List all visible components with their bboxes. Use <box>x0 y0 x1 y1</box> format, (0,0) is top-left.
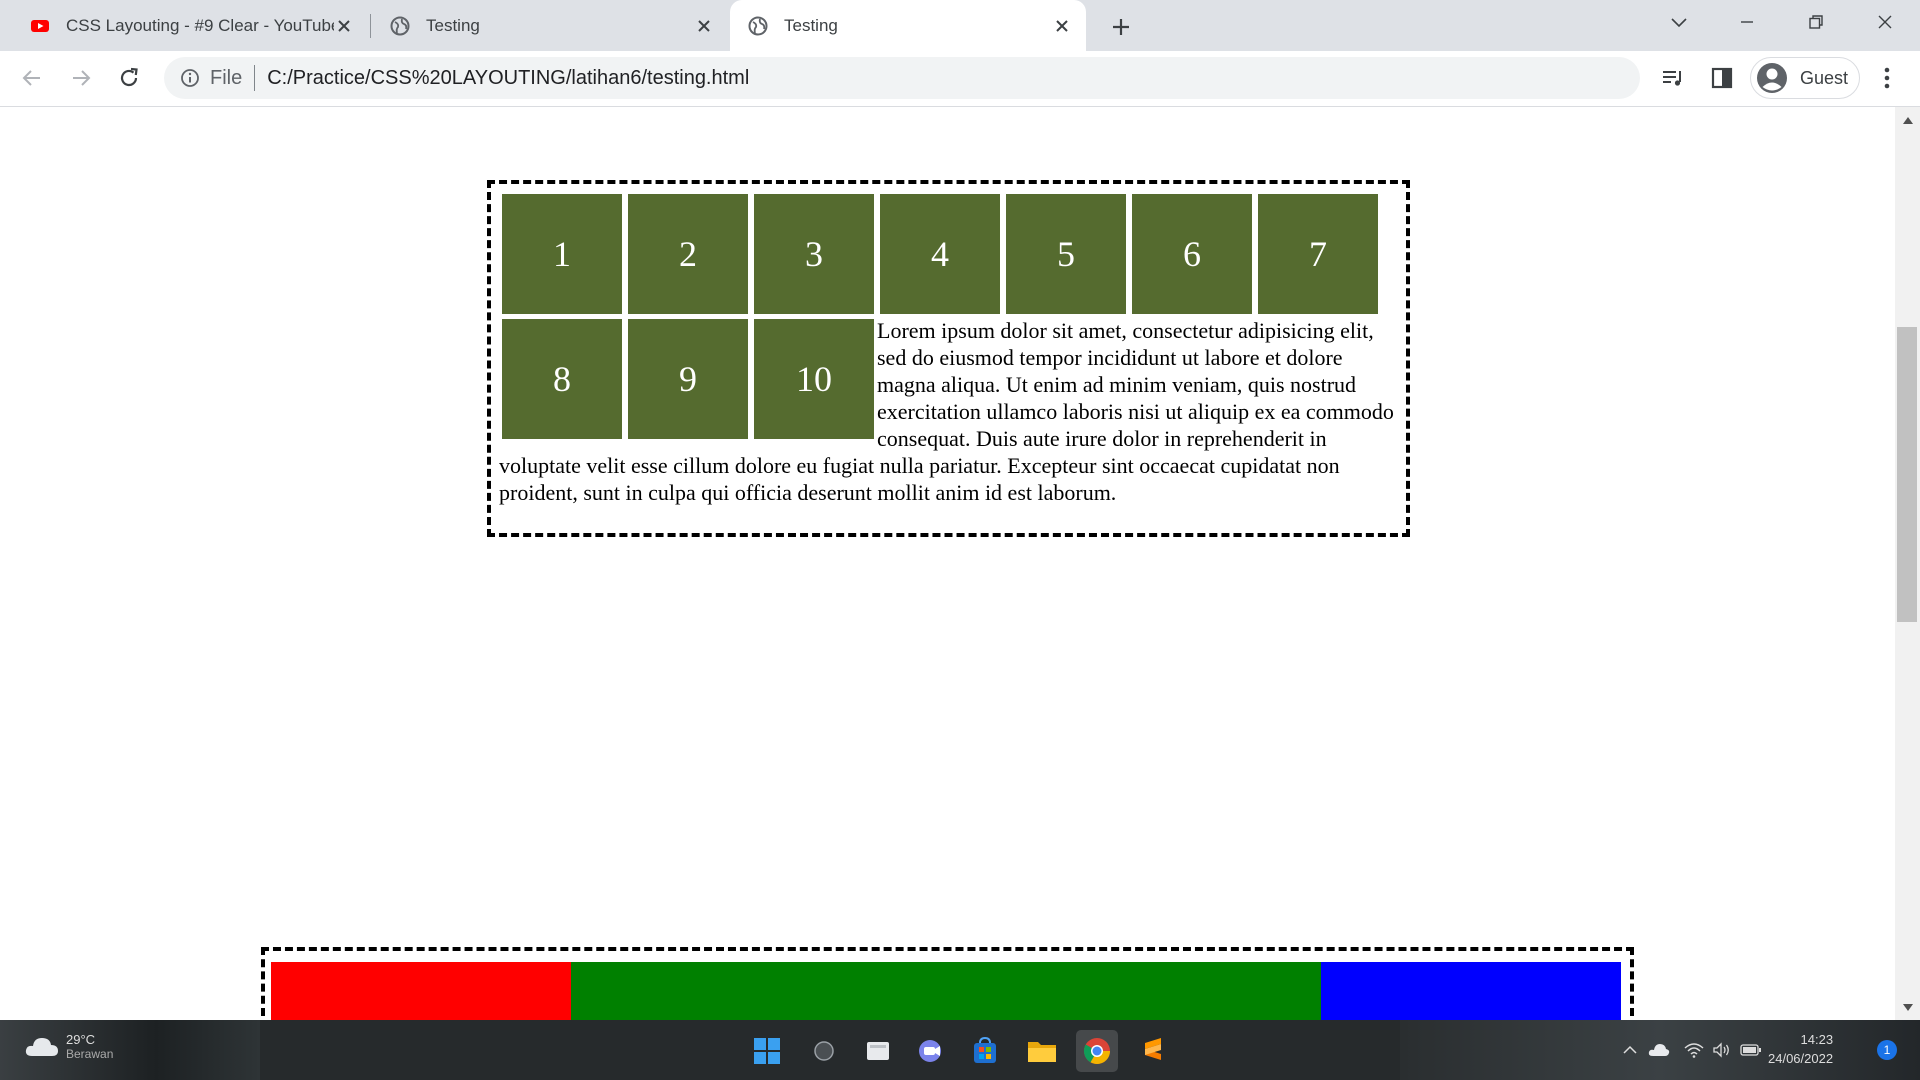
chevron-up-icon[interactable] <box>1622 1044 1638 1056</box>
new-tab-button[interactable] <box>1107 13 1135 41</box>
search-icon <box>814 1041 834 1061</box>
clock-date: 24/06/2022 <box>1768 1051 1834 1066</box>
task-view-icon <box>867 1042 889 1060</box>
weather-temperature: 29°C <box>66 1032 96 1047</box>
cloud-icon <box>25 1038 58 1056</box>
restore-icon <box>1809 15 1823 29</box>
scroll-down-arrow[interactable] <box>1901 1001 1915 1015</box>
task-view-button[interactable] <box>858 1030 900 1072</box>
weather-description: Berawan <box>66 1047 114 1061</box>
scroll-up-arrow[interactable] <box>1901 113 1915 127</box>
minimize-button[interactable] <box>1713 0 1781 44</box>
box-3: 3 <box>754 194 874 314</box>
plus-icon <box>1113 19 1129 35</box>
taskbar-search-button[interactable] <box>803 1030 845 1072</box>
wifi-icon[interactable] <box>1684 1042 1704 1058</box>
chrome-taskbar-button[interactable] <box>1076 1030 1118 1072</box>
file-explorer-icon <box>1028 1042 1056 1062</box>
restore-button[interactable] <box>1782 0 1850 44</box>
scheme-label: File <box>210 66 243 89</box>
tab-title: Testing <box>426 15 480 35</box>
column-container <box>261 947 1634 1020</box>
media-control-button[interactable] <box>1660 65 1686 91</box>
box-1: 1 <box>502 194 622 314</box>
file-explorer-button[interactable] <box>1021 1030 1063 1072</box>
scrollbar-thumb[interactable] <box>1897 327 1917 622</box>
playlist-icon <box>1663 71 1681 86</box>
box-4: 4 <box>880 194 1000 314</box>
minimize-icon <box>1741 21 1753 23</box>
store-button[interactable] <box>964 1030 1006 1072</box>
start-button[interactable] <box>746 1030 788 1072</box>
reload-button[interactable] <box>114 63 144 93</box>
tab-search-button[interactable] <box>1645 0 1713 44</box>
reload-icon <box>120 67 138 87</box>
box-6: 6 <box>1132 194 1252 314</box>
windows-taskbar: 29°C Berawan 14:23 24/06/2022 1 <box>0 1020 1920 1080</box>
teams-icon <box>919 1040 941 1062</box>
more-vertical-icon <box>1884 67 1890 89</box>
triangle-up-icon <box>1903 117 1913 124</box>
box-10: 10 <box>754 319 874 439</box>
tab-title: Testing <box>784 15 838 35</box>
tab-title: CSS Layouting - #9 Clear - YouTube <box>66 15 334 35</box>
arrow-right-icon <box>73 70 91 86</box>
sublime-text-button[interactable] <box>1132 1030 1174 1072</box>
close-tab-icon[interactable] <box>694 16 714 36</box>
profile-name: Guest <box>1800 67 1849 88</box>
tab-testing-active[interactable]: Testing <box>730 0 1086 51</box>
tab-testing-1[interactable]: Testing <box>362 0 728 51</box>
chrome-icon <box>1083 1038 1111 1065</box>
close-tab-icon[interactable] <box>1052 16 1072 36</box>
address-divider <box>254 65 256 91</box>
close-tab-icon[interactable] <box>334 16 354 36</box>
column-red <box>271 962 571 1020</box>
box-8: 8 <box>502 319 622 439</box>
info-icon[interactable] <box>180 68 200 88</box>
address-bar[interactable]: File C:/Practice/CSS%20LAYOUTING/latihan… <box>164 57 1640 99</box>
store-icon <box>974 1037 996 1063</box>
globe-icon <box>390 16 410 35</box>
side-panel-icon <box>1711 67 1733 89</box>
teams-chat-button[interactable] <box>910 1030 952 1072</box>
forward-button[interactable] <box>66 63 96 93</box>
clock-time: 14:23 <box>1800 1032 1834 1047</box>
arrow-left-icon <box>22 70 40 86</box>
battery-icon[interactable] <box>1740 1043 1762 1057</box>
close-icon <box>1878 15 1892 29</box>
back-button[interactable] <box>17 63 47 93</box>
globe-icon <box>748 16 768 35</box>
box-5: 5 <box>1006 194 1126 314</box>
close-window-button[interactable] <box>1851 0 1919 44</box>
triangle-down-icon <box>1903 1004 1913 1011</box>
chevron-down-icon <box>1671 18 1687 28</box>
avatar-icon <box>1757 63 1787 93</box>
system-tray <box>1622 1040 1762 1060</box>
float-container: 1 2 3 4 5 6 7 8 9 10 Lorem ipsum dolor s… <box>487 180 1410 537</box>
tab-youtube[interactable]: CSS Layouting - #9 Clear - YouTube <box>0 0 368 51</box>
notification-badge[interactable]: 1 <box>1877 1040 1897 1060</box>
weather-widget[interactable]: 29°C Berawan <box>24 1032 113 1062</box>
menu-button[interactable] <box>1874 65 1900 91</box>
clock[interactable]: 14:23 24/06/2022 <box>1768 1030 1833 1068</box>
box-2: 2 <box>628 194 748 314</box>
side-panel-button[interactable] <box>1709 65 1735 91</box>
onedrive-icon[interactable] <box>1648 1042 1670 1058</box>
browser-toolbar: File C:/Practice/CSS%20LAYOUTING/latihan… <box>0 51 1920 107</box>
column-green <box>571 962 1321 1020</box>
box-7: 7 <box>1258 194 1378 314</box>
volume-icon[interactable] <box>1712 1042 1732 1058</box>
column-blue <box>1321 962 1621 1020</box>
tab-strip: CSS Layouting - #9 Clear - YouTube Testi… <box>0 0 1920 51</box>
windows-start-icon <box>754 1038 780 1064</box>
sublime-text-icon <box>1145 1038 1161 1060</box>
profile-button[interactable]: Guest <box>1750 57 1860 99</box>
url-text[interactable]: C:/Practice/CSS%20LAYOUTING/latihan6/tes… <box>267 67 749 90</box>
youtube-icon <box>31 19 49 32</box>
box-9: 9 <box>628 319 748 439</box>
page-viewport: 1 2 3 4 5 6 7 8 9 10 Lorem ipsum dolor s… <box>0 107 1895 1020</box>
